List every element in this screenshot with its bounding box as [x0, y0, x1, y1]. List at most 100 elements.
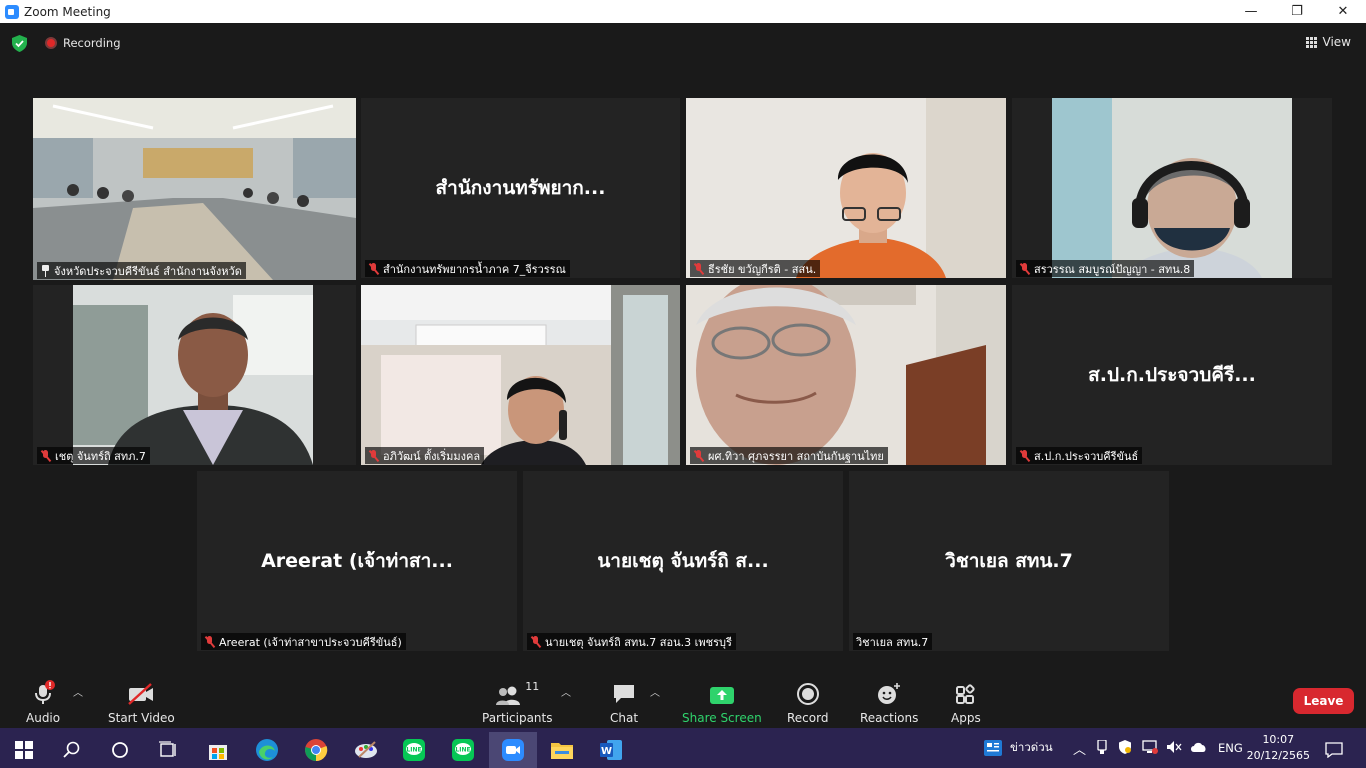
- participant-name: จังหวัดประจวบคีรีขันธ์ สำนักงานจังหวัด: [54, 264, 242, 278]
- zoom-taskbar-icon[interactable]: [489, 732, 537, 768]
- shield-icon[interactable]: [12, 35, 27, 52]
- recording-indicator[interactable]: Recording: [45, 36, 121, 50]
- start-video-button[interactable]: Start Video: [108, 680, 175, 725]
- muted-mic-icon: [1019, 262, 1030, 275]
- word-app-icon[interactable]: W: [587, 732, 635, 768]
- file-explorer-icon[interactable]: [538, 732, 586, 768]
- participant-tile[interactable]: ผศ.ทิวา ศุภจรรยา สถาบันกันฐานไทย: [686, 285, 1006, 465]
- share-screen-label: Share Screen: [682, 711, 762, 725]
- participant-name-bar: ส.ป.ก.ประจวบคีรีขันธ์: [1016, 447, 1143, 464]
- participant-name: นายเชตุ จันทร์ถิ สทน.7 สอน.3 เพชรบุรี: [545, 635, 732, 649]
- clock-date: 20/12/2565: [1246, 749, 1310, 762]
- share-screen-button[interactable]: Share Screen: [682, 680, 762, 725]
- participant-name: อภิวัฒน์ ตั้งเริ่มมงคล: [383, 449, 481, 463]
- maximize-button[interactable]: ❐: [1274, 0, 1320, 23]
- audio-options-caret-icon[interactable]: ︿: [73, 684, 83, 699]
- chat-label: Chat: [610, 711, 639, 725]
- muted-mic-icon: [204, 635, 215, 648]
- participant-tile[interactable]: อภิวัฒน์ ตั้งเริ่มมงคล: [361, 285, 680, 465]
- volume-muted-icon[interactable]: [1166, 740, 1182, 757]
- cortana-icon[interactable]: [96, 732, 144, 768]
- apps-button[interactable]: Apps: [951, 680, 981, 725]
- svg-text:W: W: [601, 746, 612, 757]
- chat-button[interactable]: Chat: [610, 680, 638, 725]
- reactions-button[interactable]: Reactions: [860, 680, 918, 725]
- muted-mic-icon: [368, 262, 379, 275]
- view-label: View: [1322, 35, 1351, 49]
- participant-name: ธีรชัย ขวัญกีรติ - สสน.: [708, 262, 817, 276]
- apps-icon: [954, 680, 978, 706]
- network-icon[interactable]: [1142, 739, 1159, 757]
- edge-browser-icon[interactable]: [243, 732, 291, 768]
- audio-button[interactable]: Audio: [26, 680, 60, 725]
- participant-tile[interactable]: สำนักงานทรัพยาก... สำนักงานทรัพยากรน้ำภาค…: [361, 98, 680, 278]
- participants-label: Participants: [482, 711, 553, 725]
- tray-security-icon[interactable]: [1118, 739, 1132, 757]
- muted-mic-icon: [40, 449, 51, 462]
- chrome-browser-icon[interactable]: [292, 732, 340, 768]
- task-view-icon[interactable]: [144, 732, 192, 768]
- news-icon: [984, 740, 1002, 756]
- clock-time: 10:07: [1262, 733, 1295, 746]
- participant-name: สรวรรณ สมบูรณ์ปัญญา - สทน.8: [1034, 262, 1191, 276]
- participant-tile[interactable]: จังหวัดประจวบคีรีขันธ์ สำนักงานจังหวัด: [33, 98, 356, 280]
- participant-video: [361, 285, 680, 465]
- line-app-icon-2[interactable]: LINE: [439, 732, 487, 768]
- meeting-topbar: Recording View: [0, 23, 1366, 63]
- system-tray: ︿ ENG: [1073, 728, 1243, 768]
- meeting-toolbar: Audio ︿ Start Video 11 Participants ︿ Ch…: [0, 672, 1366, 728]
- participant-tile[interactable]: วิชาเยล สทน.7 วิชาเยล สทน.7: [849, 471, 1169, 651]
- muted-mic-icon: [693, 262, 704, 275]
- notification-center-icon[interactable]: [1310, 732, 1358, 768]
- svg-text:LINE: LINE: [406, 747, 421, 754]
- line-app-icon[interactable]: LINE: [390, 732, 438, 768]
- record-dot-icon: [45, 37, 57, 49]
- window-titlebar: Zoom Meeting — ❐ ✕: [0, 0, 1366, 23]
- start-video-label: Start Video: [108, 711, 175, 725]
- leave-button[interactable]: Leave: [1293, 688, 1354, 714]
- onedrive-cloud-icon[interactable]: [1190, 741, 1208, 756]
- windows-start-icon[interactable]: [0, 732, 48, 768]
- participant-name-bar: อภิวัฒน์ ตั้งเริ่มมงคล: [365, 447, 485, 464]
- participant-video: [686, 285, 1006, 465]
- close-button[interactable]: ✕: [1320, 0, 1366, 23]
- participants-options-caret-icon[interactable]: ︿: [561, 684, 571, 699]
- participant-tile[interactable]: เชตุ จันทร์ถิ สทภ.7: [33, 285, 356, 465]
- participant-name: วิชาเยล สทน.7: [856, 635, 929, 649]
- paint-app-icon[interactable]: [342, 732, 390, 768]
- taskbar-clock[interactable]: 10:07 20/12/2565: [1247, 732, 1310, 764]
- svg-text:LINE: LINE: [455, 747, 470, 754]
- muted-mic-icon: [693, 449, 704, 462]
- participant-name: เชตุ จันทร์ถิ สทภ.7: [55, 449, 146, 463]
- minimize-button[interactable]: —: [1228, 0, 1274, 23]
- share-screen-icon: [709, 680, 735, 706]
- view-button[interactable]: View: [1305, 35, 1351, 49]
- participant-tile[interactable]: ส.ป.ก.ประจวบคีรี... ส.ป.ก.ประจวบคีรีขันธ์: [1012, 285, 1332, 465]
- news-widget[interactable]: ข่าวด่วน: [984, 728, 1053, 768]
- search-icon[interactable]: [48, 732, 96, 768]
- participant-tile[interactable]: นายเชตุ จันทร์ถิ ส... นายเชตุ จันทร์ถิ สท…: [523, 471, 843, 651]
- tray-device-icon[interactable]: [1096, 738, 1108, 757]
- muted-mic-icon: [368, 449, 379, 462]
- participant-tile[interactable]: Areerat (เจ้าท่าสา... Areerat (เจ้าท่าสาข…: [197, 471, 517, 651]
- participant-display-name: ส.ป.ก.ประจวบคีรี...: [1088, 364, 1256, 386]
- record-label: Record: [787, 711, 829, 725]
- participant-tile[interactable]: ธีรชัย ขวัญกีรติ - สสน.: [686, 98, 1006, 278]
- participant-tile[interactable]: สรวรรณ สมบูรณ์ปัญญา - สทน.8: [1012, 98, 1332, 278]
- participants-icon-wrap: 11: [495, 680, 539, 706]
- tray-overflow-chevron-icon[interactable]: ︿: [1073, 739, 1086, 758]
- record-button[interactable]: Record: [787, 680, 828, 725]
- participant-name-bar: สำนักงานทรัพยากรน้ำภาค 7_จีรวรรณ: [365, 260, 570, 277]
- audio-label: Audio: [26, 711, 61, 725]
- muted-mic-icon: [1019, 449, 1030, 462]
- participant-name: Areerat (เจ้าท่าสาขาประจวบคีรีขันธ์): [219, 635, 402, 649]
- participants-icon: [496, 686, 521, 705]
- participants-button[interactable]: 11 Participants: [482, 680, 553, 725]
- chat-options-caret-icon[interactable]: ︿: [650, 684, 660, 699]
- microsoft-store-icon[interactable]: [194, 732, 242, 768]
- input-language[interactable]: ENG: [1218, 741, 1243, 755]
- participant-display-name: สำนักงานทรัพยาก...: [435, 177, 606, 199]
- participant-name-bar: สรวรรณ สมบูรณ์ปัญญา - สทน.8: [1016, 260, 1195, 277]
- participant-name: ส.ป.ก.ประจวบคีรีขันธ์: [1034, 449, 1139, 463]
- grid-icon: [1305, 36, 1317, 48]
